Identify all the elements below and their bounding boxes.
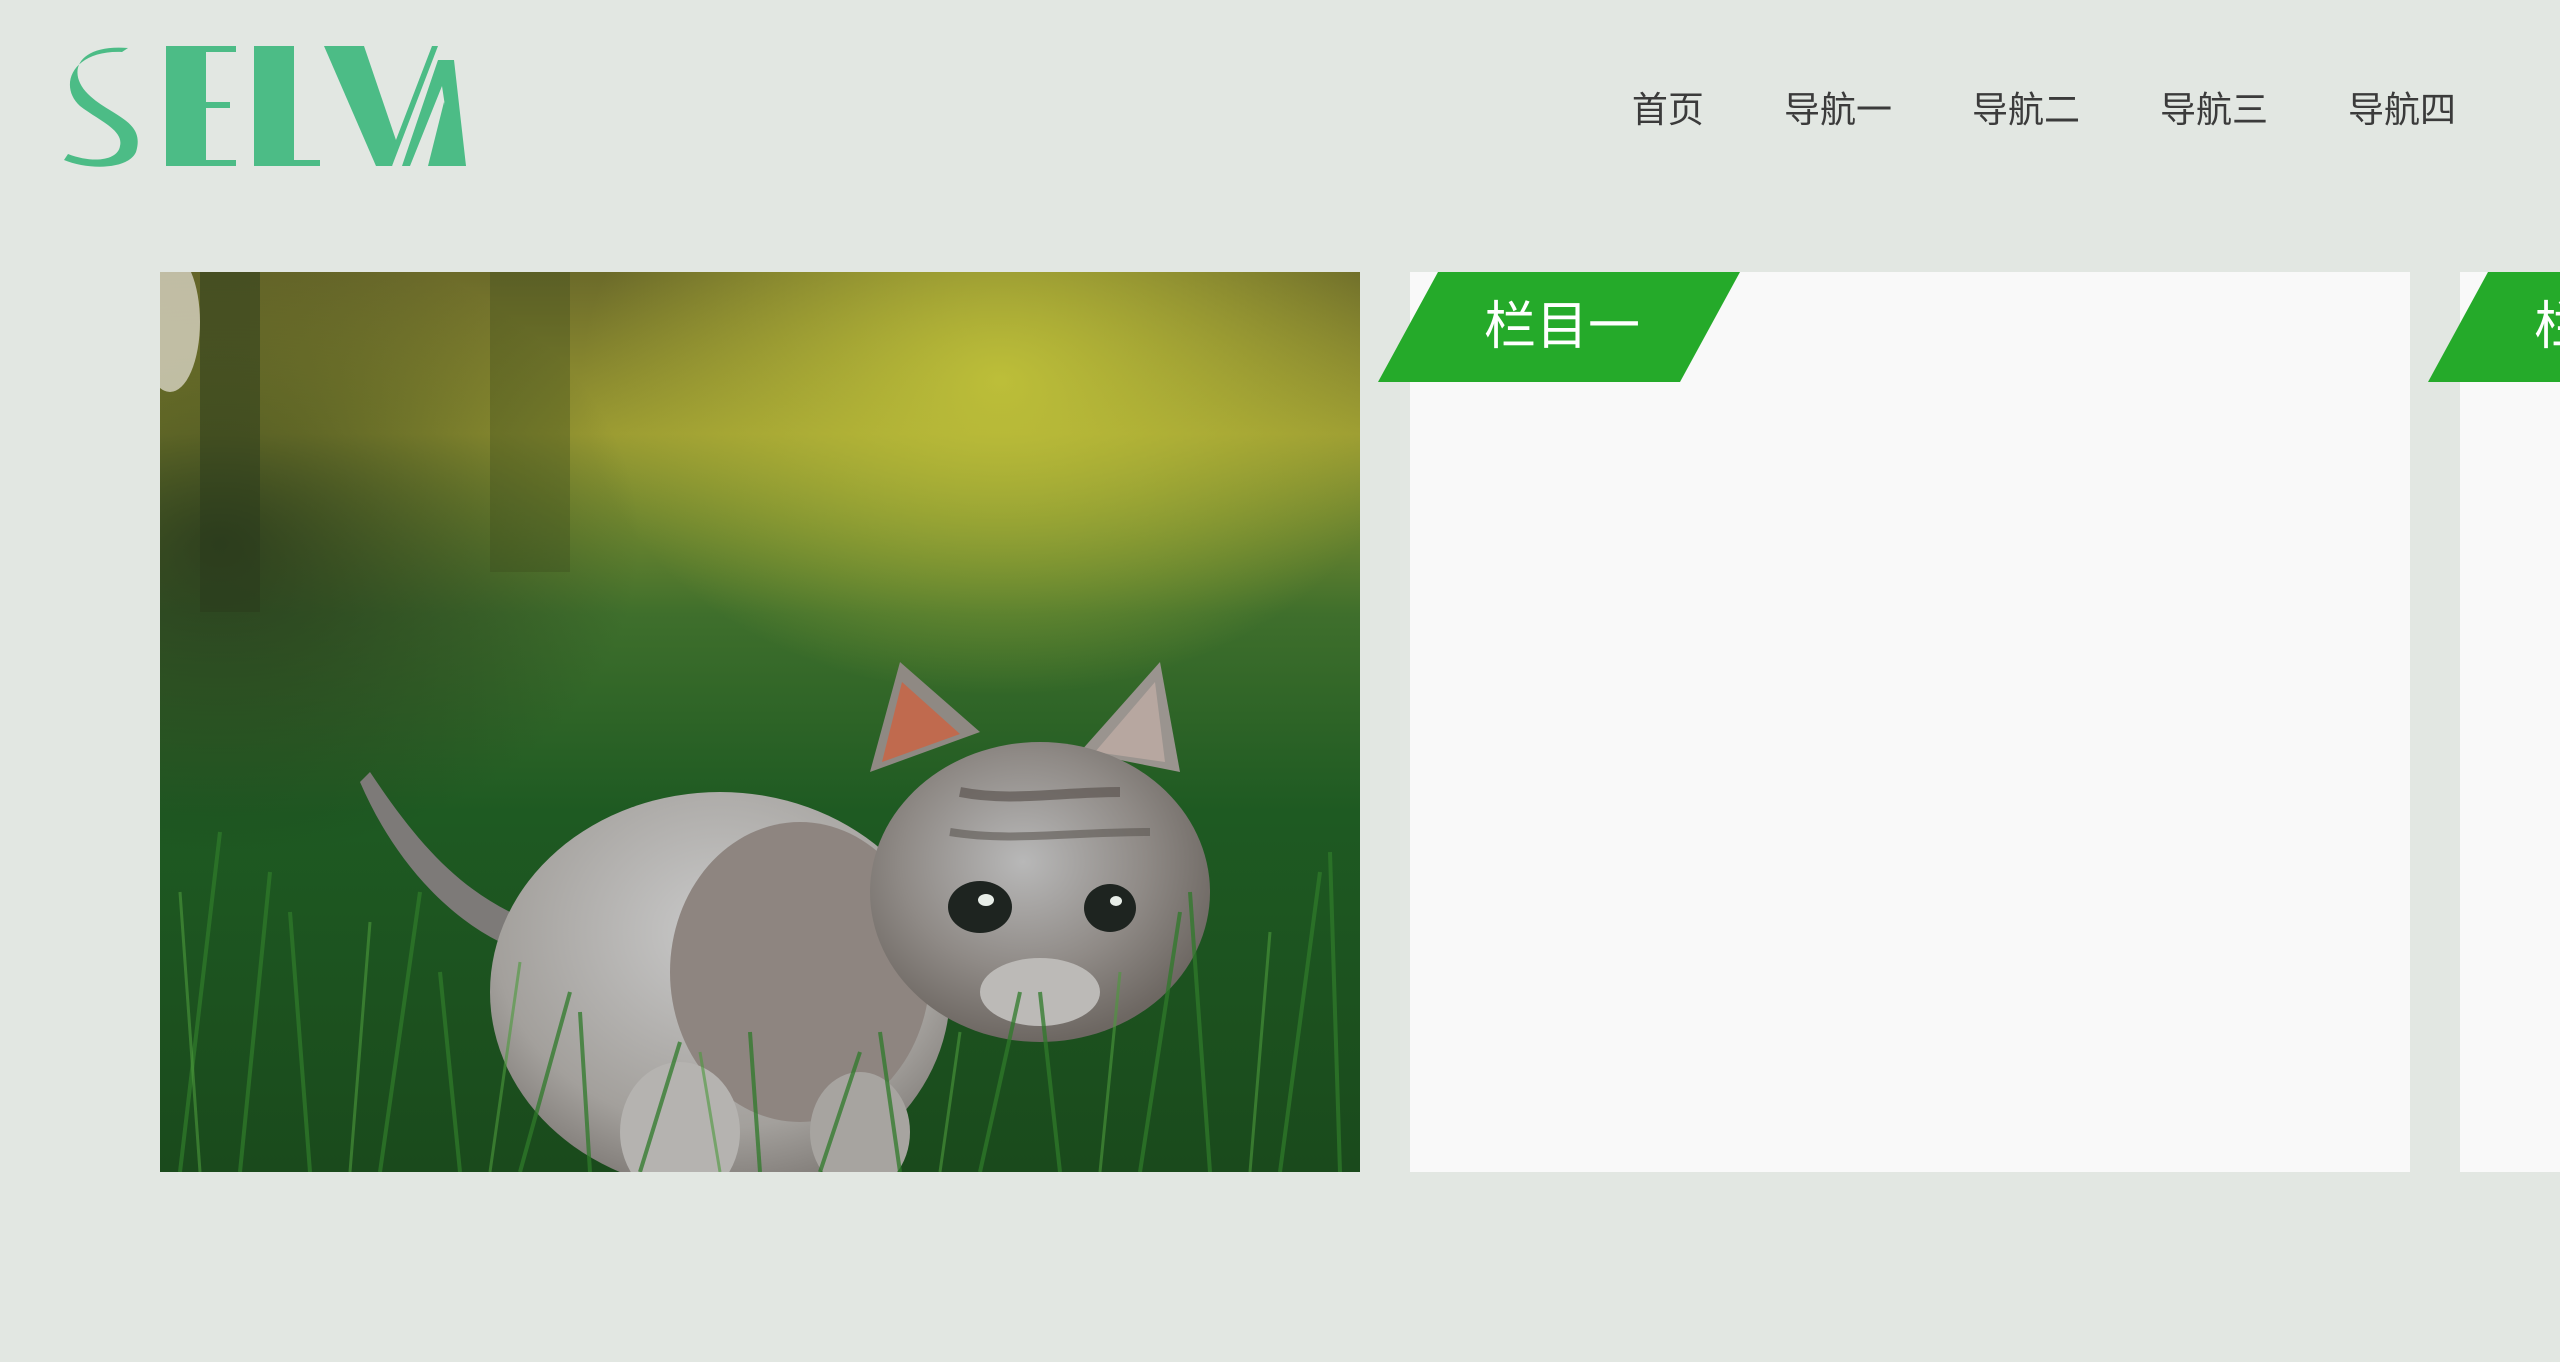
logo-graphic [64, 46, 466, 167]
nav-item-2[interactable]: 导航二 [1972, 84, 2080, 136]
column-tag-2[interactable]: 栏目一 [2428, 272, 2560, 382]
nav-item-1[interactable]: 导航一 [1784, 84, 1892, 136]
main-nav: 首页 导航一 导航二 导航三 导航四 [1552, 84, 2456, 136]
column-card-2[interactable] [2460, 272, 2560, 1172]
selva-logo[interactable] [58, 42, 466, 170]
column-card-1[interactable] [1410, 272, 2410, 1172]
nav-item-3[interactable]: 导航三 [2160, 84, 2268, 136]
page: 首页 导航一 导航二 导航三 导航四 栏目一 [0, 0, 2560, 1362]
kitten-photo[interactable] [160, 272, 1360, 1172]
nav-item-home[interactable]: 首页 [1632, 84, 1704, 136]
column-tag-1[interactable]: 栏目一 [1378, 272, 1740, 382]
nav-item-4[interactable]: 导航四 [2348, 84, 2456, 136]
kitten-image [160, 272, 1360, 1172]
